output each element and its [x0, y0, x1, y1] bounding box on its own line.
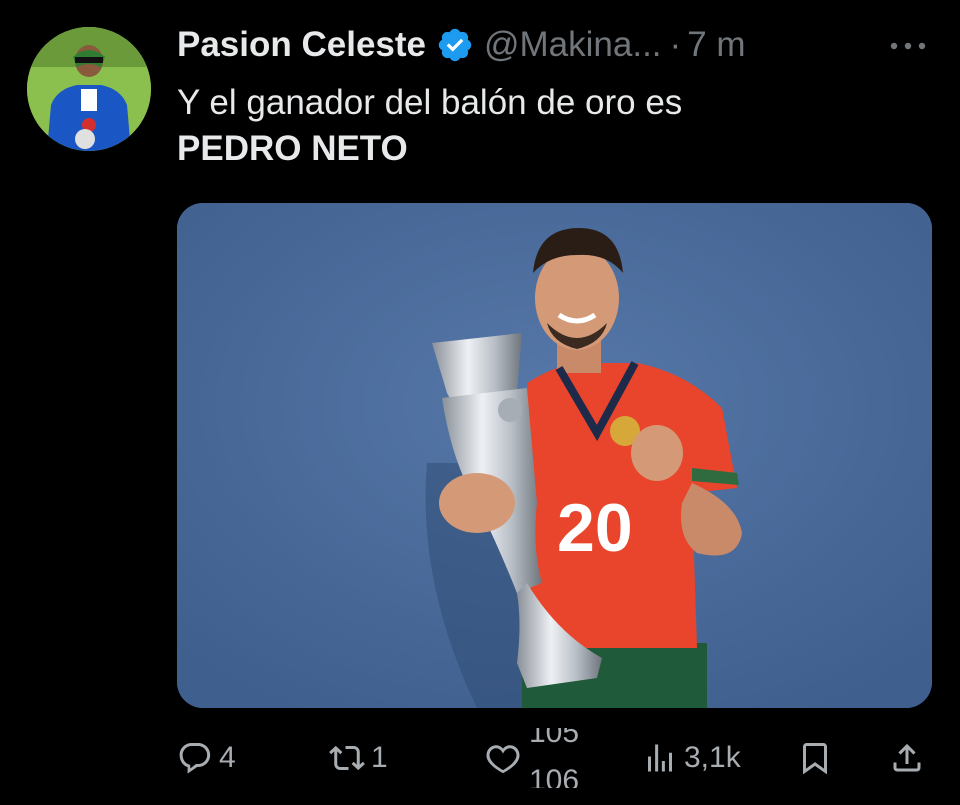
tweet-media-photo[interactable]: 20: [177, 203, 932, 708]
reply-count: 4: [219, 741, 236, 774]
retweet-button[interactable]: 1: [329, 728, 388, 788]
timestamp[interactable]: 7 m: [687, 25, 745, 65]
more-options-icon[interactable]: [886, 28, 930, 64]
share-button[interactable]: [889, 728, 925, 788]
like-button[interactable]: 105 106: [485, 728, 595, 788]
bookmark-button[interactable]: [797, 728, 833, 788]
shirt-number: 20: [557, 490, 633, 566]
tweet-text-line2: PEDRO NETO: [177, 129, 408, 168]
tweet-actions: 4 1 105 106 3,1k: [177, 728, 932, 788]
reply-icon: [179, 743, 211, 774]
display-name[interactable]: Pasion Celeste: [177, 25, 426, 65]
tweet-text-line1: Y el ganador del balón de oro es: [177, 83, 683, 122]
avatar[interactable]: [27, 27, 151, 151]
like-count-old: 105: [529, 728, 580, 749]
retweet-count: 1: [371, 741, 388, 774]
user-handle[interactable]: @Makina...: [484, 25, 662, 65]
like-count-new: 106: [529, 764, 580, 788]
like-count-rolling: 105 106: [529, 728, 595, 788]
views-count: 3,1k: [684, 741, 741, 774]
tweet-text: Y el ganador del balón de oro es PEDRO N…: [177, 80, 917, 172]
bookmark-icon: [803, 743, 827, 775]
views-bar-chart-icon: [648, 744, 672, 772]
separator-dot: ·: [669, 25, 682, 64]
tweet-header: Pasion Celeste @Makina... · 7 m: [177, 22, 746, 68]
views-button[interactable]: 3,1k: [642, 728, 741, 788]
reply-button[interactable]: 4: [177, 728, 236, 788]
retweet-icon: [329, 745, 365, 771]
heart-icon: [486, 745, 520, 774]
share-icon: [893, 743, 921, 772]
verified-badge-icon: [436, 26, 474, 64]
avatar-image: [27, 27, 151, 151]
